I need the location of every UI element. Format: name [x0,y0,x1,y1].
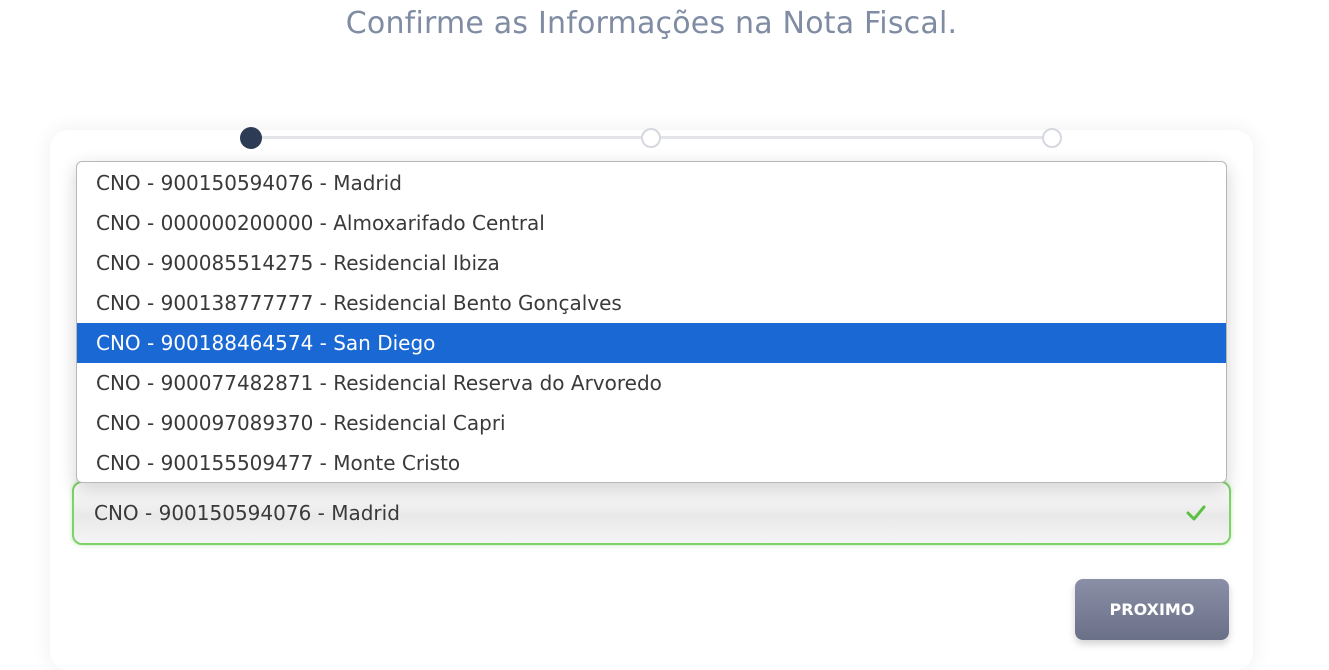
check-icon [1186,505,1206,521]
dropdown-option[interactable]: CNO - 900085514275 - Residencial Ibiza [77,243,1226,283]
dropdown-option-highlighted[interactable]: CNO - 900188464574 - San Diego [77,323,1226,363]
cno-dropdown-list: CNO - 900150594076 - Madrid CNO - 000000… [76,161,1227,483]
step-1-indicator [240,127,262,149]
step-3-indicator [1042,128,1062,148]
dropdown-option[interactable]: CNO - 900077482871 - Residencial Reserva… [77,363,1226,403]
dropdown-option[interactable]: CNO - 000000200000 - Almoxarifado Centra… [77,203,1226,243]
dropdown-option[interactable]: CNO - 900150594076 - Madrid [77,163,1226,203]
dropdown-option[interactable]: CNO - 900138777777 - Residencial Bento G… [77,283,1226,323]
next-button[interactable]: PROXIMO [1075,579,1229,640]
dropdown-option[interactable]: CNO - 900097089370 - Residencial Capri [77,403,1226,443]
step-2-indicator [641,128,661,148]
page-title: Confirme as Informações na Nota Fiscal. [345,6,958,41]
cno-select-value: CNO - 900150594076 - Madrid [94,501,400,525]
cno-select[interactable]: CNO - 900150594076 - Madrid [72,481,1231,545]
dropdown-option[interactable]: CNO - 900155509477 - Monte Cristo [77,443,1226,482]
